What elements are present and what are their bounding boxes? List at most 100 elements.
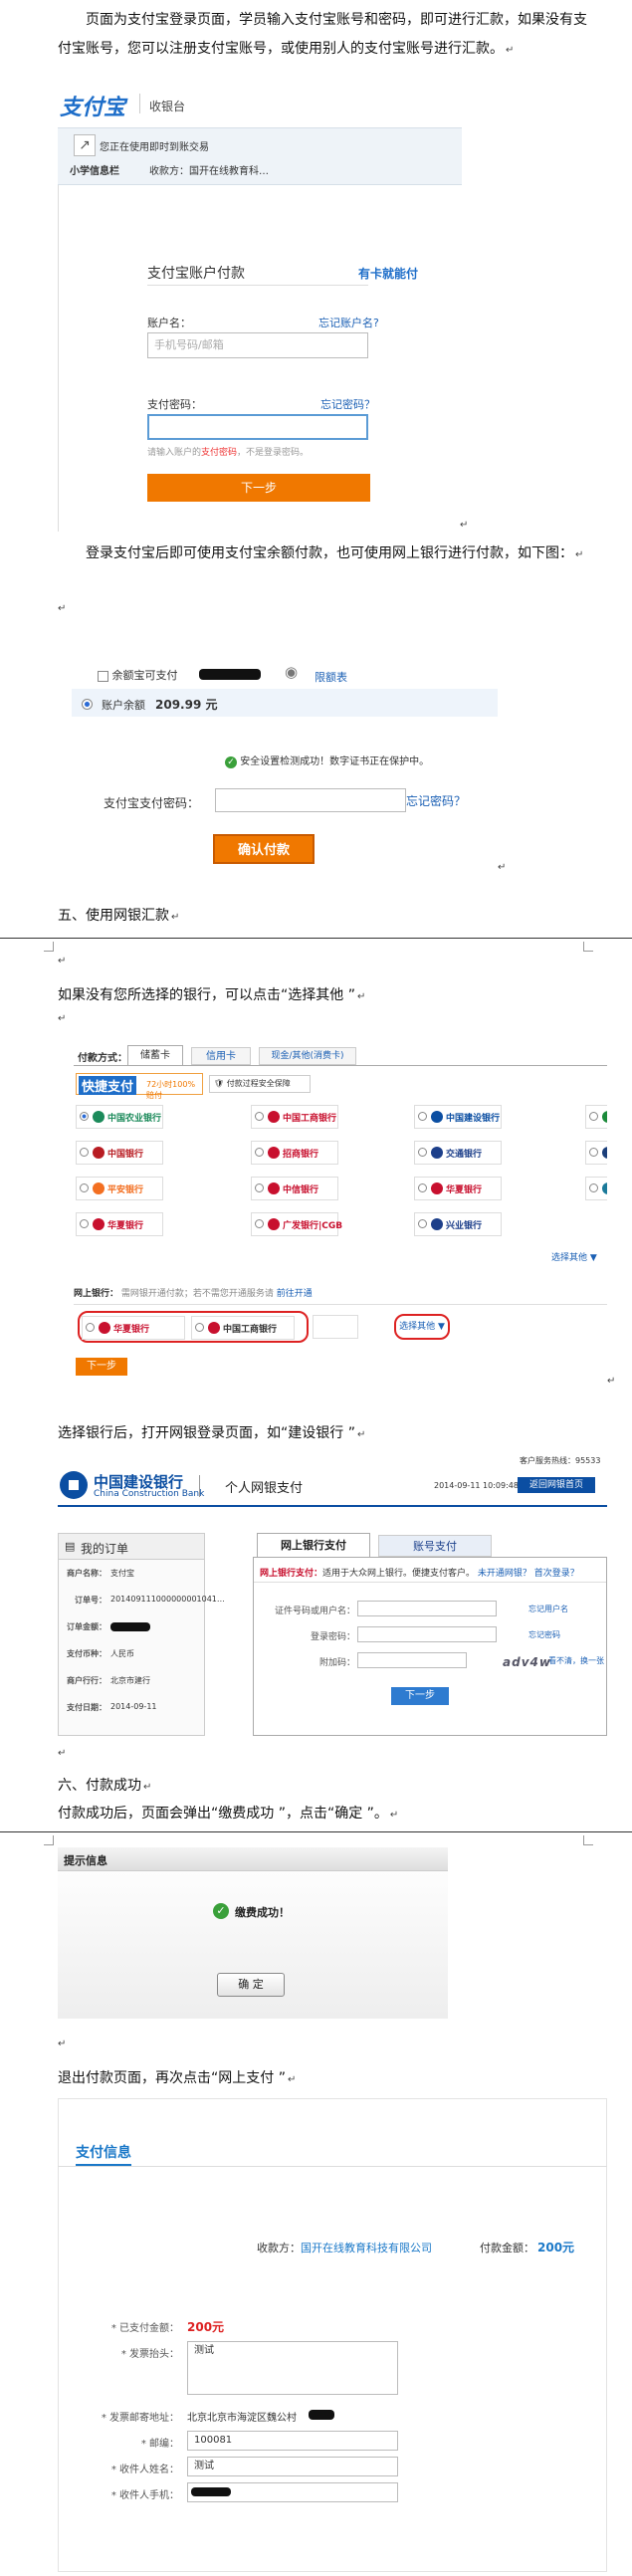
bank-radio[interactable]: [589, 1148, 598, 1157]
bank-radio[interactable]: [418, 1183, 427, 1192]
bank-radio[interactable]: [418, 1219, 427, 1228]
forgot-account-link[interactable]: 忘记账户名?: [318, 315, 379, 330]
bank-name: 中信银行: [283, 1185, 319, 1195]
bank-option[interactable]: 中国银行: [76, 1141, 163, 1165]
dialog-title: 提示信息: [64, 1854, 107, 1867]
bank-option[interactable]: 浦发银行: [585, 1141, 607, 1165]
bank-radio[interactable]: [80, 1183, 89, 1192]
bank-radio[interactable]: [255, 1219, 264, 1228]
order-row-label: 商户名称：: [67, 1569, 106, 1578]
bank-name: 中国银行: [107, 1150, 144, 1160]
bank-logo-icon: [602, 1111, 607, 1123]
bank-option[interactable]: 广发银行|CGB: [251, 1212, 342, 1236]
quick-pay-banner: 快捷支付 72小时100%赔付: [76, 1073, 203, 1100]
account-input[interactable]: 手机号码/邮箱: [147, 332, 368, 358]
bank-name: 中国农业银行: [107, 1114, 162, 1124]
order-row-value: 支付宝: [110, 1569, 134, 1578]
ccb-next-button[interactable]: 下一步: [391, 1687, 449, 1705]
bank-option[interactable]: 交通银行: [414, 1141, 502, 1165]
bank-radio[interactable]: [589, 1112, 598, 1121]
paragraph-payinfo: 退出付款页面，再次点击“网上支付 ” ↵: [58, 2070, 297, 2086]
bank-option[interactable]: 兴业银行: [414, 1212, 502, 1236]
select-other-top[interactable]: 选择其他 ▼: [551, 1250, 597, 1263]
bank-logo-icon: [431, 1182, 443, 1194]
bank-logo-icon: [93, 1218, 105, 1230]
netbank-row: 网上银行： 需网银开通付款；若不需您开通服务请 前往开通: [74, 1289, 313, 1299]
bank-radio[interactable]: [418, 1112, 427, 1121]
bank-option[interactable]: 中国民生银行: [585, 1177, 607, 1200]
forgot-password-link[interactable]: 忘记密码？: [406, 792, 466, 809]
payinfo-row-input[interactable]: 测试: [187, 2341, 398, 2395]
panel-title: 支付宝账户付款: [147, 266, 245, 282]
ccb-field-link[interactable]: 忘记用户名: [528, 1604, 568, 1614]
tab-debit[interactable]: 储蓄卡: [127, 1045, 183, 1065]
ccb-hotline: 客户服务热线：95533: [520, 1456, 601, 1465]
bank-select-screenshot: 付款方式： 储蓄卡 信用卡 现金/其他(消费卡) 快捷支付 72小时100%赔付…: [74, 1037, 607, 1388]
confirm-button[interactable]: 确 定: [217, 1973, 285, 1997]
ccb-field-link[interactable]: 忘记密码: [528, 1629, 560, 1640]
bank-option[interactable]: 中国邮政储蓄银行: [585, 1105, 607, 1129]
back-to-home-button[interactable]: 返回网银首页: [518, 1477, 595, 1493]
payinfo-row-input[interactable]: 测试: [187, 2457, 398, 2476]
paragraph-alipay-login: 页面为支付宝登录页面，学员输入支付宝账号和密码，即可进行汇款，如果没有支付宝账号…: [58, 12, 587, 57]
bank-option[interactable]: 中国工商银行: [251, 1105, 338, 1129]
bank-radio[interactable]: [255, 1183, 264, 1192]
arrow-icon: ↗: [74, 134, 96, 156]
card-quick-link[interactable]: 有卡就能付: [358, 265, 418, 282]
bank-option[interactable]: 招商银行: [251, 1141, 338, 1165]
password-input[interactable]: [147, 414, 368, 440]
confirm-pay-button[interactable]: 确认付款: [213, 834, 315, 864]
password-hint: 请输入账户的支付密码，不是登录密码。: [147, 448, 310, 458]
pay-password-input[interactable]: [215, 788, 406, 812]
bank-option[interactable]: 华夏银行: [76, 1212, 163, 1236]
bank-radio[interactable]: [418, 1148, 427, 1157]
bank-radio[interactable]: [80, 1148, 89, 1157]
bank-logo-icon: [602, 1147, 607, 1159]
chosen-bank-2[interactable]: 中国工商银行: [191, 1316, 295, 1340]
limit-table-link[interactable]: 限额表: [315, 669, 347, 685]
tab-account-pay[interactable]: 账号支付: [378, 1535, 492, 1557]
order-row-value: 201409111000000001041…: [110, 1595, 225, 1604]
bank-option[interactable]: 平安银行: [76, 1177, 163, 1200]
tab-cash[interactable]: 现金/其他(消费卡): [259, 1047, 356, 1065]
bank-option[interactable]: 华夏银行: [414, 1177, 502, 1200]
bank-option[interactable]: 中国建设银行: [414, 1105, 502, 1129]
ccb-field-input[interactable]: [357, 1652, 467, 1668]
next-button[interactable]: 下一步: [76, 1358, 127, 1376]
mail-address-value: 北京北京市海淀区魏公村: [187, 2413, 297, 2424]
ccb-title: 个人网银支付: [225, 1481, 304, 1496]
ccb-field-input[interactable]: [357, 1601, 497, 1616]
tab-netbank-pay[interactable]: 网上银行支付: [257, 1533, 370, 1557]
bank-logo-icon: [431, 1218, 443, 1230]
payinfo-row-label: * 邮编：: [140, 2439, 179, 2450]
bank-radio[interactable]: [80, 1219, 89, 1228]
forgot-password-link[interactable]: 忘记密码？: [320, 396, 375, 412]
ccb-name-en: China Construction Bank: [94, 1489, 205, 1499]
ccb-field-link[interactable]: 看不清，换一张: [548, 1655, 604, 1666]
chosen-bank-1[interactable]: 华夏银行: [82, 1316, 185, 1340]
bank-option[interactable]: 中信银行: [251, 1177, 338, 1200]
bank-radio[interactable]: [255, 1148, 264, 1157]
next-button[interactable]: 下一步: [147, 474, 370, 502]
tab-credit[interactable]: 信用卡: [191, 1047, 251, 1065]
bank-radio[interactable]: [80, 1112, 89, 1121]
paragraph-alipay-balance: 登录支付宝后即可使用支付宝余额付款，也可使用网上银行进行付款，如下图： ↵: [86, 545, 584, 561]
bank-radio[interactable]: [255, 1112, 264, 1121]
payinfo-row-input[interactable]: 100081: [187, 2431, 398, 2451]
eye-icon: ◉: [285, 663, 299, 681]
select-other-button[interactable]: 选择其他 ▼: [394, 1314, 450, 1340]
alipay-login-screenshot: 支付宝 收银台 ↗ 您正在使用即时到账交易 小学信息栏 收款方：国开在线教育科……: [58, 84, 462, 532]
bank-name: 交通银行: [446, 1150, 483, 1160]
account-balance-row[interactable]: 账户余额 209.99 元: [72, 689, 498, 717]
balance-bao-option[interactable]: 余额宝可支付: [98, 667, 178, 683]
bank-logo-icon: [431, 1111, 443, 1123]
security-status: ✓ 安全设置检测成功！数字证书正在保护中。: [225, 752, 429, 768]
ccb-field-label: 附加码：: [318, 1658, 355, 1668]
merchant-label: 小学信息栏: [70, 166, 119, 177]
payinfo-row-label: * 收件人姓名：: [110, 2465, 179, 2475]
ccb-field-input[interactable]: [357, 1626, 497, 1642]
bank-option[interactable]: 中国农业银行: [76, 1105, 163, 1129]
payee-label: 收款方：国开在线教育科…: [149, 166, 269, 177]
bank-radio[interactable]: [589, 1183, 598, 1192]
bank-logo-icon: [431, 1147, 443, 1159]
